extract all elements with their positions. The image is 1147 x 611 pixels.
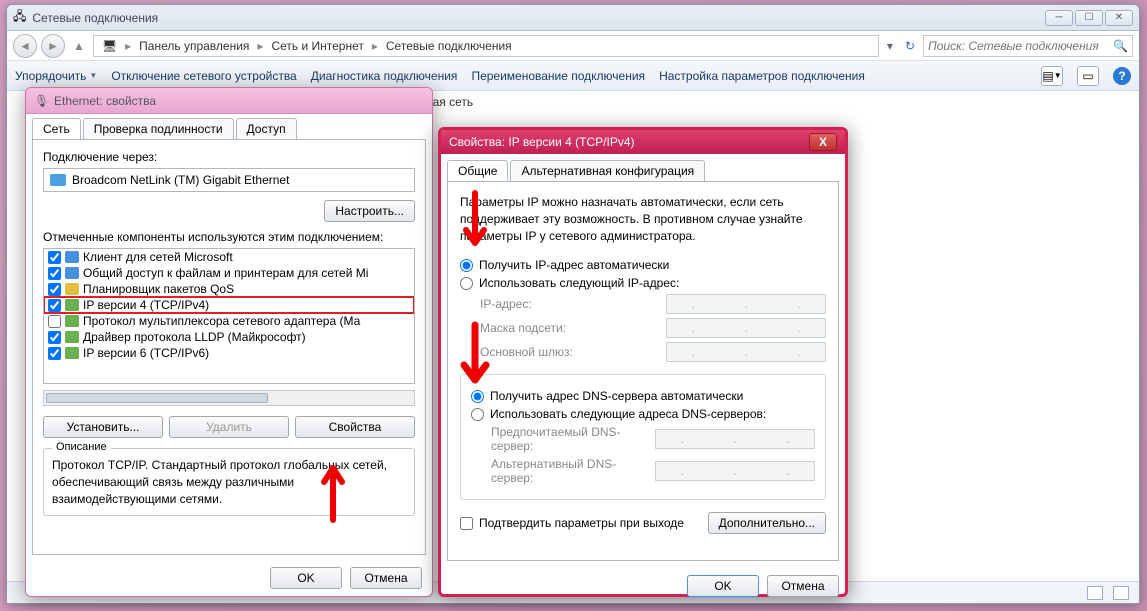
component-item[interactable]: Протокол мультиплексора сетевого адаптер… (44, 313, 414, 329)
description-text: Протокол TCP/IP. Стандартный протокол гл… (52, 457, 406, 507)
dns-pref-input: ... (655, 429, 815, 449)
install-button[interactable]: Установить... (43, 416, 163, 438)
tab-general[interactable]: Общие (447, 160, 508, 181)
tab-alternate-config[interactable]: Альтернативная конфигурация (510, 160, 705, 181)
connection-settings-button[interactable]: Настройка параметров подключения (659, 69, 865, 83)
description-group: Описание Протокол TCP/IP. Стандартный пр… (43, 448, 415, 516)
organize-menu[interactable]: Упорядочить▼ (15, 69, 97, 83)
description-title: Описание (52, 441, 111, 453)
validate-checkbox[interactable] (460, 517, 473, 530)
component-item-ipv4[interactable]: IP версии 4 (TCP/IPv4) (44, 297, 414, 313)
adapter-net-icon (50, 174, 66, 186)
dns-manual-radio[interactable] (471, 408, 484, 421)
ipv4-cancel-button[interactable]: Отмена (767, 575, 839, 597)
properties-button[interactable]: Свойства (295, 416, 415, 438)
ip-address-input: ... (666, 294, 826, 314)
ipv4-ok-button[interactable]: OK (687, 575, 759, 597)
ipv4-tabs: Общие Альтернативная конфигурация (447, 160, 839, 181)
eth-dialog-title: 🎙 Ethernet: свойства (26, 88, 432, 114)
help-button[interactable]: ? (1113, 67, 1131, 85)
disable-device-button[interactable]: Отключение сетевого устройства (111, 69, 296, 83)
maximize-button[interactable]: ☐ (1075, 10, 1103, 26)
components-label: Отмеченные компоненты используются этим … (43, 230, 415, 244)
dns-auto-radio-row[interactable]: Получить адрес DNS-сервера автоматически (471, 389, 815, 403)
search-box[interactable]: 🔍 (923, 35, 1133, 57)
details-pane-button[interactable]: ▭ (1077, 66, 1099, 86)
subnet-mask-label: Маска подсети: (480, 321, 666, 335)
breadcrumb[interactable]: 🖥▸ Панель управления▸ Сеть и Интернет▸ С… (93, 35, 879, 57)
dns-group: Получить адрес DNS-сервера автоматически… (460, 374, 826, 500)
close-button[interactable]: ✕ (1105, 10, 1133, 26)
view-icon-2[interactable] (1113, 586, 1129, 600)
connect-via-label: Подключение через: (43, 150, 415, 164)
ip-auto-radio[interactable] (460, 259, 473, 272)
address-bar-row: ◄ ► ▲ 🖥▸ Панель управления▸ Сеть и Интер… (7, 31, 1139, 61)
ipv4-properties-dialog: Свойства: IP версии 4 (TCP/IPv4) X Общие… (438, 127, 848, 597)
dns-manual-radio-row[interactable]: Использовать следующие адреса DNS-сервер… (471, 407, 815, 421)
adapter-field[interactable]: Broadcom NetLink (TM) Gigabit Ethernet (43, 168, 415, 192)
ip-manual-radio-row[interactable]: Использовать следующий IP-адрес: (460, 276, 826, 290)
search-icon[interactable]: 🔍 (1113, 39, 1128, 53)
forward-button[interactable]: ► (41, 34, 65, 58)
eth-cancel-button[interactable]: Отмена (350, 567, 422, 589)
ipv4-panel: Параметры IP можно назначать автоматичес… (447, 181, 839, 561)
gateway-label: Основной шлюз: (480, 345, 666, 359)
breadcrumb-item[interactable]: Панель управления (135, 39, 253, 53)
tab-authentication[interactable]: Проверка подлинности (83, 118, 234, 139)
breadcrumb-item[interactable]: Сеть и Интернет (267, 39, 367, 53)
dropdown-icon[interactable]: ▾ (883, 39, 897, 53)
dns-pref-label: Предпочитаемый DNS-сервер: (491, 425, 655, 453)
eth-ok-button[interactable]: OK (270, 567, 342, 589)
dns-alt-input: ... (655, 461, 815, 481)
configure-button[interactable]: Настроить... (324, 200, 415, 222)
component-item[interactable]: Планировщик пакетов QoS (44, 281, 414, 297)
ipv4-dialog-title: Свойства: IP версии 4 (TCP/IPv4) X (441, 130, 845, 154)
main-titlebar: 🖧 Сетевые подключения ─ ☐ ✕ (7, 5, 1139, 31)
scroll-thumb[interactable] (46, 393, 268, 403)
subnet-mask-input: ... (666, 318, 826, 338)
up-button[interactable]: ▲ (69, 39, 89, 53)
component-item[interactable]: Общий доступ к файлам и принтерам для се… (44, 265, 414, 281)
gateway-input: ... (666, 342, 826, 362)
dns-alt-label: Альтернативный DNS-сервер: (491, 457, 655, 485)
dns-auto-radio[interactable] (471, 390, 484, 403)
folder-icon: 🖥 (98, 39, 121, 53)
advanced-button[interactable]: Дополнительно... (708, 512, 826, 534)
ip-manual-radio[interactable] (460, 277, 473, 290)
rename-button[interactable]: Переименование подключения (471, 69, 645, 83)
ethernet-properties-dialog: 🎙 Ethernet: свойства Сеть Проверка подли… (25, 87, 433, 597)
minimize-button[interactable]: ─ (1045, 10, 1073, 26)
tab-access[interactable]: Доступ (236, 118, 297, 139)
eth-tab-body: Подключение через: Broadcom NetLink (TM)… (32, 139, 426, 555)
back-button[interactable]: ◄ (13, 34, 37, 58)
adapter-name: Broadcom NetLink (TM) Gigabit Ethernet (72, 173, 289, 187)
component-item[interactable]: Клиент для сетей Microsoft (44, 249, 414, 265)
view-icon-1[interactable] (1087, 586, 1103, 600)
network-icon: 🖧 (13, 7, 26, 28)
eth-tabs: Сеть Проверка подлинности Доступ (26, 114, 432, 139)
search-input[interactable] (928, 39, 1113, 53)
diagnose-button[interactable]: Диагностика подключения (311, 69, 458, 83)
window-title: Сетевые подключения (32, 11, 1045, 25)
component-item[interactable]: Драйвер протокола LLDP (Майкрософт) (44, 329, 414, 345)
uninstall-button[interactable]: Удалить (169, 416, 289, 438)
view-menu[interactable]: ▤▼ (1041, 66, 1063, 86)
component-item[interactable]: IP версии 6 (TCP/IPv6) (44, 345, 414, 361)
validate-checkbox-row[interactable]: Подтвердить параметры при выходе (460, 516, 708, 530)
breadcrumb-item[interactable]: Сетевые подключения (382, 39, 516, 53)
ip-address-label: IP-адрес: (480, 297, 666, 311)
refresh-icon[interactable]: ↻ (901, 39, 919, 53)
tab-network[interactable]: Сеть (32, 118, 81, 139)
components-list[interactable]: Клиент для сетей Microsoft Общий доступ … (43, 248, 415, 384)
ipv4-info-text: Параметры IP можно назначать автоматичес… (460, 194, 826, 244)
ip-auto-radio-row[interactable]: Получить IP-адрес автоматически (460, 258, 826, 272)
horizontal-scrollbar[interactable] (43, 390, 415, 406)
ipv4-close-button[interactable]: X (809, 133, 837, 151)
adapter-icon: 🎙 (34, 94, 48, 108)
